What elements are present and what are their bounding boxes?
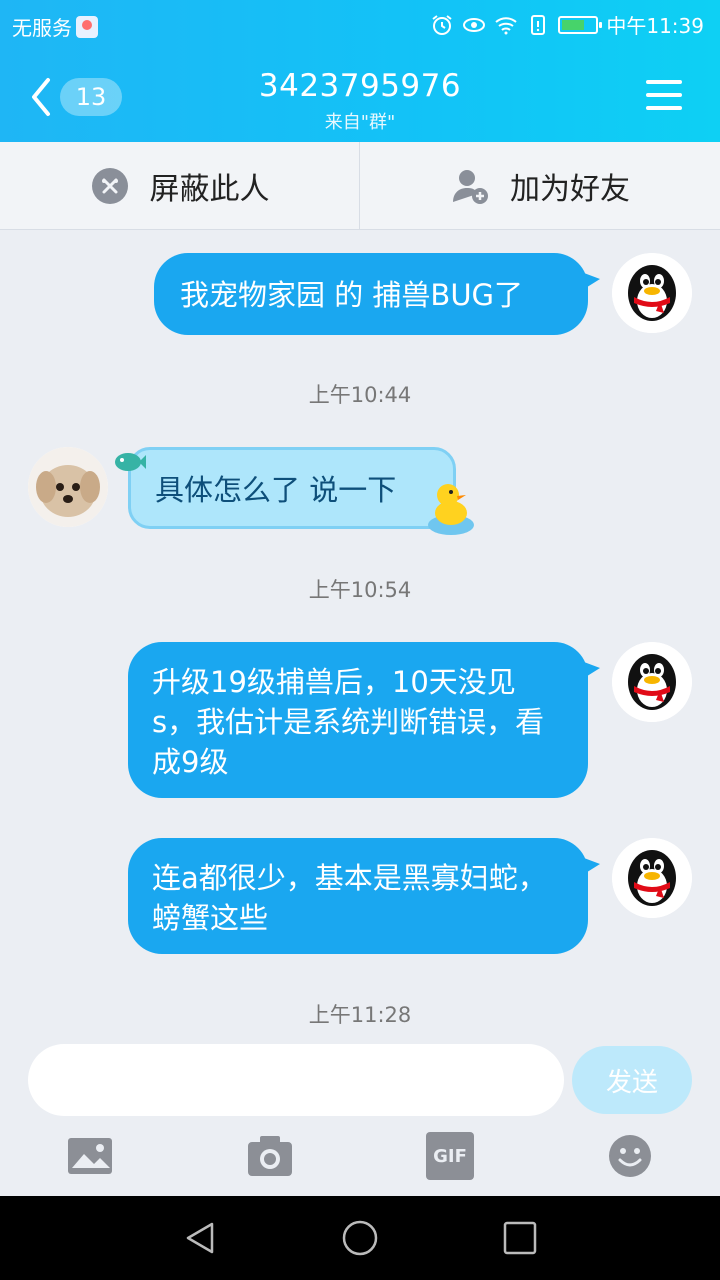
avatar[interactable] xyxy=(612,642,692,722)
avatar[interactable] xyxy=(28,447,108,527)
message-bubble-incoming[interactable]: 具体怎么了 说一下 xyxy=(128,447,456,529)
battery-icon xyxy=(558,15,603,34)
eye-icon xyxy=(463,17,486,32)
menu-line xyxy=(646,80,682,84)
top-header: 无服务 中午11:39 13 3423795976 来自"群" xyxy=(0,0,720,142)
clock-text: 中午11:39 xyxy=(606,14,704,38)
timestamp: 上午10:44 xyxy=(308,383,412,407)
nav-recents-icon[interactable] xyxy=(500,1218,540,1258)
emoji-icon[interactable] xyxy=(606,1132,654,1180)
nav-home-icon[interactable] xyxy=(340,1218,380,1258)
input-bar: 发送 GIF xyxy=(0,1036,720,1196)
carrier-text: 无服务 xyxy=(12,16,72,40)
timestamp: 上午11:28 xyxy=(308,1003,412,1027)
alarm-icon xyxy=(432,14,452,35)
avatar[interactable] xyxy=(612,253,692,333)
duck-sticker-icon xyxy=(428,484,474,535)
penguin-avatar-icon xyxy=(612,838,692,918)
avatar[interactable] xyxy=(612,838,692,918)
wifi-icon xyxy=(495,16,517,34)
title-bar: 13 3423795976 来自"群" xyxy=(0,50,720,142)
fish-sticker-icon xyxy=(115,453,146,471)
message-input[interactable] xyxy=(28,1044,564,1116)
chat-area[interactable]: 我宠物家园 的 捕兽BUG了 上午10:44 具体怎么了 说一下 上午10:54… xyxy=(0,231,720,1036)
add-friend-label: 加为好友 xyxy=(510,172,630,207)
block-user-button[interactable]: 屏蔽此人 xyxy=(0,142,360,230)
message-bubble-outgoing[interactable]: 升级19级捕兽后，10天没见s，我估计是系统判断错误，看成9级 xyxy=(128,642,600,798)
status-right: 中午11:39 xyxy=(430,10,704,39)
penguin-avatar-icon xyxy=(612,253,692,333)
message-bubble-outgoing[interactable]: 连a都很少，基本是黑寡妇蛇，螃蟹这些 xyxy=(128,838,600,954)
menu-line xyxy=(646,93,682,97)
puppy-avatar-icon xyxy=(28,447,108,527)
block-icon xyxy=(91,168,128,204)
message-bubble-outgoing[interactable]: 我宠物家园 的 捕兽BUG了 xyxy=(154,253,600,335)
send-button[interactable]: 发送 xyxy=(572,1046,692,1114)
status-bar: 无服务 中午11:39 xyxy=(0,0,720,50)
gif-icon[interactable]: GIF xyxy=(426,1132,474,1180)
action-bar: 屏蔽此人 加为好友 xyxy=(0,142,720,230)
add-user-icon xyxy=(453,170,488,204)
penguin-avatar-icon xyxy=(612,642,692,722)
menu-button[interactable] xyxy=(646,80,682,112)
toolbar: GIF xyxy=(0,1132,720,1186)
sim-icon xyxy=(76,15,98,38)
chat-subtitle: 来自"群" xyxy=(324,112,396,133)
image-icon[interactable] xyxy=(66,1132,114,1180)
camera-icon[interactable] xyxy=(246,1132,294,1180)
sim-alert-icon xyxy=(531,14,546,35)
system-nav-bar xyxy=(0,1196,720,1280)
block-user-label: 屏蔽此人 xyxy=(149,172,270,207)
chat-title: 3423795976 xyxy=(258,68,462,104)
menu-line xyxy=(646,106,682,110)
timestamp: 上午10:54 xyxy=(308,578,412,602)
status-left: 无服务 xyxy=(12,12,98,41)
nav-back-icon[interactable] xyxy=(180,1218,220,1258)
add-friend-button[interactable]: 加为好友 xyxy=(360,142,720,230)
